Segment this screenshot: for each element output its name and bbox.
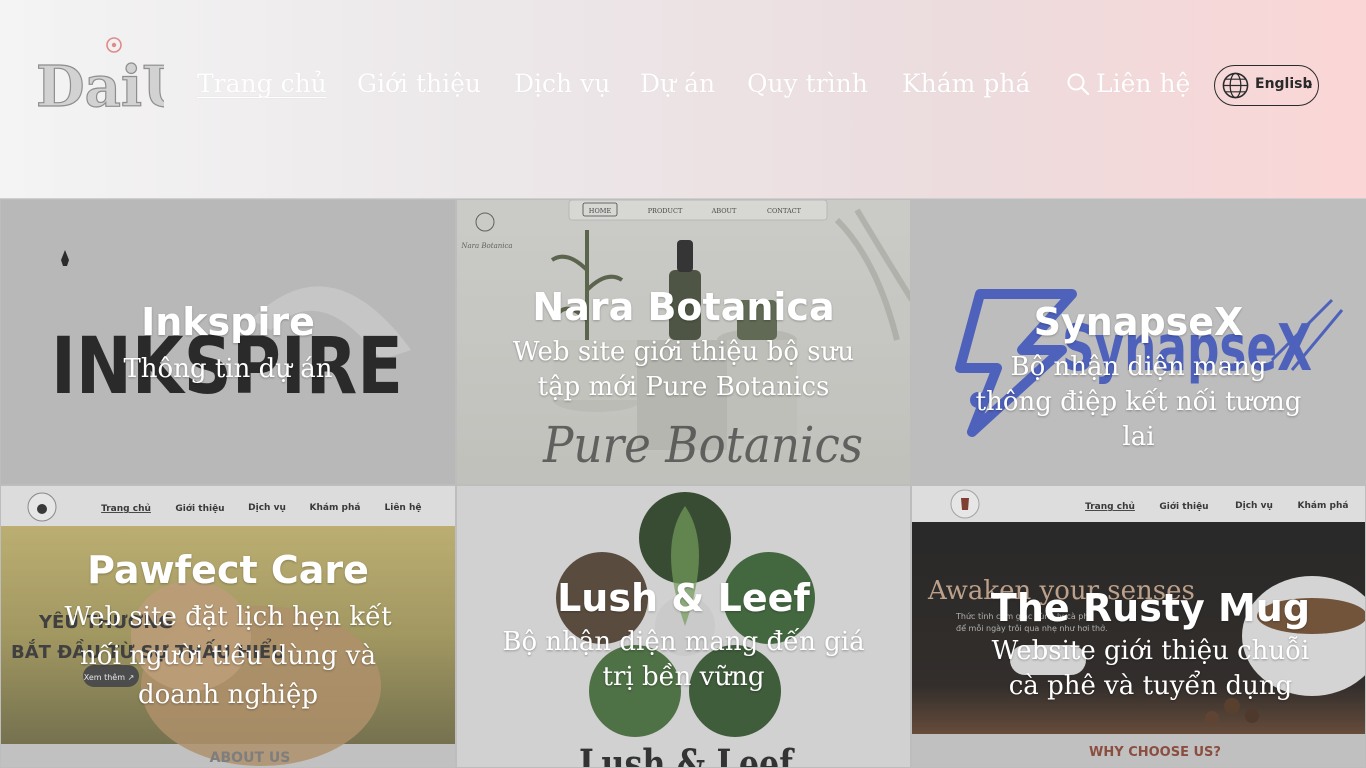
project-title: SynapseX xyxy=(1033,300,1244,344)
nav-explore[interactable]: Khám phá xyxy=(902,66,1030,106)
language-switcher[interactable]: English xyxy=(1214,65,1319,106)
project-title: Inkspire xyxy=(141,300,315,344)
globe-icon xyxy=(1222,72,1249,99)
project-card-nara-botanica[interactable]: HOME PRODUCT ABOUT CONTACT Nara Botanica… xyxy=(456,199,911,485)
project-card-inkspire[interactable]: INKSPIRE Inkspire Thông tin dự án xyxy=(0,199,456,485)
project-card-pawfect-care[interactable]: Trang chủ Giới thiệu Dịch vụ Khám phá Li… xyxy=(0,485,456,768)
project-description: Web site giới thiệu bộ sưu tập mới Pure … xyxy=(512,337,855,402)
project-card-rusty-mug[interactable]: Trang chủ Giới thiệu Dịch vụ Khám phá Aw… xyxy=(911,485,1366,768)
project-description: Bộ nhận diện mang đến giá trị bền vững xyxy=(502,627,865,692)
nav-about[interactable]: Giới thiệu xyxy=(357,66,481,106)
project-description: Bộ nhận diện mang thông điệp kết nối tươ… xyxy=(975,352,1302,452)
project-title: Pawfect Care xyxy=(87,548,369,592)
project-card-lush-leef[interactable]: Lush & Leef Lush & Leef Bộ nhận diện man… xyxy=(456,485,911,768)
nav-process[interactable]: Quy trình xyxy=(747,66,868,106)
nav-home[interactable]: Trang chủ xyxy=(197,66,327,106)
nav-projects[interactable]: Dự án xyxy=(640,66,715,106)
project-title: The Rusty Mug xyxy=(990,586,1311,630)
nav-contact[interactable]: Liên hệ xyxy=(1096,66,1190,106)
main-nav: Trang chủ Giới thiệu Dịch vụ Dự án Quy t… xyxy=(0,66,1366,106)
nav-services[interactable]: Dịch vụ xyxy=(514,66,610,106)
project-description: Web site đặt lịch hẹn kết nối người tiêu… xyxy=(64,602,392,710)
project-description: Thông tin dự án xyxy=(123,354,333,384)
project-title: Nara Botanica xyxy=(532,285,835,329)
chevron-down-icon xyxy=(1303,83,1313,89)
site-header: DaiU Trang chủ Giới thiệu Dịch vụ Dự án … xyxy=(0,0,1366,199)
search-icon[interactable] xyxy=(1066,72,1090,96)
project-description: Website giới thiệu chuỗi cà phê và tuyển… xyxy=(991,636,1310,701)
project-title: Lush & Leef xyxy=(557,576,810,620)
project-card-synapsex[interactable]: SynapseX SynapseX Bộ nhận diện mang thôn… xyxy=(911,199,1366,485)
